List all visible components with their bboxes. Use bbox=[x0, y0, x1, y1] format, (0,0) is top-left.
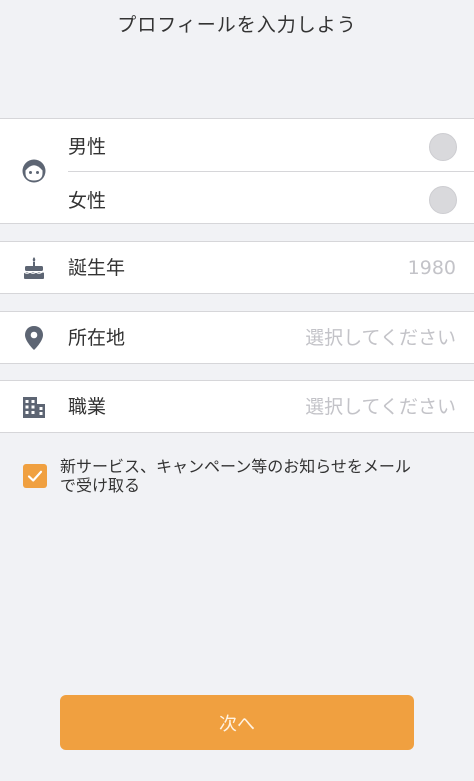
gender-female-radio[interactable] bbox=[429, 186, 457, 214]
birth-year-row[interactable]: 誕生年 1980 bbox=[0, 241, 474, 294]
gender-option-female-label: 女性 bbox=[68, 190, 107, 212]
checkmark-icon bbox=[27, 470, 43, 482]
birth-year-label: 誕生年 bbox=[68, 257, 126, 279]
newsletter-consent: 新サービス、キャンペーン等のお知らせをメール で受け取る bbox=[0, 455, 474, 505]
newsletter-consent-line-2: で受け取る bbox=[60, 476, 141, 495]
gender-male-radio[interactable] bbox=[429, 133, 457, 161]
location-placeholder: 選択してください bbox=[305, 327, 456, 349]
location-row[interactable]: 所在地 選択してください bbox=[0, 311, 474, 364]
occupation-row[interactable]: 職業 選択してください bbox=[0, 380, 474, 433]
birth-year-value: 1980 bbox=[407, 257, 456, 279]
newsletter-checkbox[interactable] bbox=[23, 464, 47, 488]
gender-section: 男性 女性 bbox=[0, 118, 474, 224]
face-icon bbox=[20, 157, 48, 185]
gender-option-male-label: 男性 bbox=[68, 136, 107, 158]
birthday-cake-icon bbox=[20, 254, 48, 282]
gender-divider bbox=[68, 171, 474, 172]
newsletter-consent-line-1: 新サービス、キャンペーン等のお知らせをメール bbox=[60, 457, 411, 476]
next-button[interactable]: 次へ bbox=[60, 695, 414, 750]
location-label: 所在地 bbox=[68, 327, 126, 349]
occupation-label: 職業 bbox=[68, 396, 107, 418]
map-pin-icon bbox=[20, 324, 48, 352]
occupation-placeholder: 選択してください bbox=[305, 396, 456, 418]
building-icon bbox=[20, 393, 48, 421]
newsletter-consent-text: 新サービス、キャンペーン等のお知らせをメール で受け取る bbox=[60, 457, 460, 495]
page-title: プロフィールを入力しよう bbox=[117, 14, 357, 36]
